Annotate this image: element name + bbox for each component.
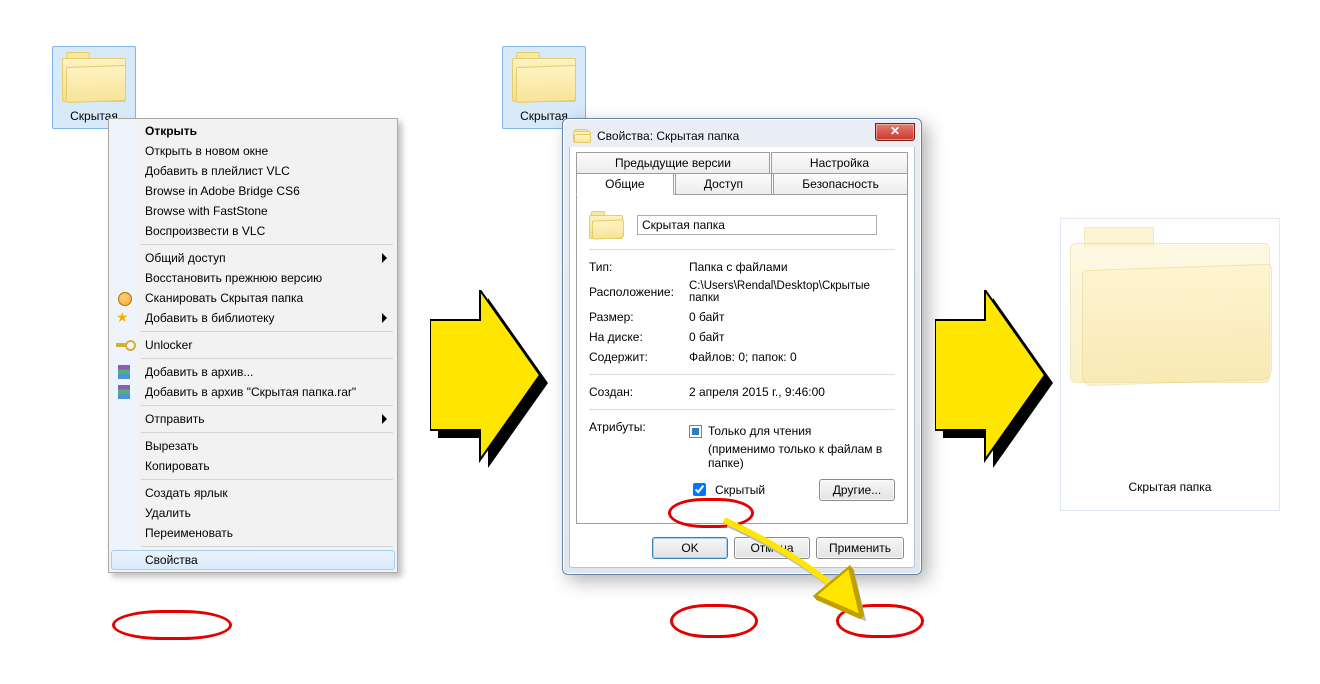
menu-delete[interactable]: Удалить <box>111 503 395 523</box>
key-icon <box>116 337 132 353</box>
close-button[interactable]: ✕ <box>875 123 915 141</box>
value-ondisk: 0 байт <box>689 330 895 344</box>
ok-button[interactable]: OK <box>652 537 728 559</box>
hidden-checkbox-row[interactable]: Скрытый <box>689 480 765 499</box>
label-location: Расположение: <box>589 285 689 299</box>
hidden-checkbox[interactable] <box>693 483 706 496</box>
folder-properties-dialog: Свойства: Скрытая папка ✕ Предыдущие вер… <box>562 118 922 575</box>
annotation-circle-ok <box>670 604 758 638</box>
menu-add-library[interactable]: Добавить в библиотеку <box>111 308 395 328</box>
folder-icon-hidden <box>1070 227 1270 387</box>
menu-share[interactable]: Общий доступ <box>111 248 395 268</box>
star-icon <box>116 310 132 326</box>
desktop-folder-2[interactable]: Скрытая <box>508 52 580 123</box>
label-type: Тип: <box>589 260 689 274</box>
winrar-icon <box>116 384 132 400</box>
readonly-label: Только для чтения <box>708 424 811 438</box>
menu-browse-faststone[interactable]: Browse with FastStone <box>111 201 395 221</box>
menu-unlocker[interactable]: Unlocker <box>111 335 395 355</box>
menu-rename[interactable]: Переименовать <box>111 523 395 543</box>
folder-icon <box>62 52 126 102</box>
value-type: Папка с файлами <box>689 260 895 274</box>
menu-create-shortcut[interactable]: Создать ярлык <box>111 483 395 503</box>
menu-properties[interactable]: Свойства <box>111 550 395 570</box>
winrar-icon <box>116 364 132 380</box>
label-contains: Содержит: <box>589 350 689 364</box>
scan-icon <box>116 290 132 306</box>
label-attributes: Атрибуты: <box>589 420 689 434</box>
menu-add-vlc-playlist[interactable]: Добавить в плейлист VLC <box>111 161 395 181</box>
value-location: C:\Users\Rendal\Desktop\Скрытые папки <box>689 280 895 304</box>
folder-label: Скрытая папка <box>1069 480 1271 494</box>
value-size: 0 байт <box>689 310 895 324</box>
desktop-folder-1[interactable]: Скрытая <box>58 52 130 123</box>
desktop-folder-result[interactable]: Скрытая папка <box>1060 218 1280 511</box>
chevron-right-icon <box>382 414 387 424</box>
cancel-button[interactable]: Отмена <box>734 537 810 559</box>
context-menu: Открыть Открыть в новом окне Добавить в … <box>108 118 398 573</box>
tab-general[interactable]: Общие <box>576 173 674 195</box>
folder-icon <box>589 211 623 239</box>
tab-customize[interactable]: Настройка <box>771 152 908 174</box>
menu-restore-previous[interactable]: Восстановить прежнюю версию <box>111 268 395 288</box>
menu-add-archive[interactable]: Добавить в архив... <box>111 362 395 382</box>
tab-previous-versions[interactable]: Предыдущие версии <box>576 152 770 174</box>
label-size: Размер: <box>589 310 689 324</box>
menu-scan[interactable]: Сканировать Скрытая папка <box>111 288 395 308</box>
label-ondisk: На диске: <box>589 330 689 344</box>
tab-security[interactable]: Безопасность <box>773 173 908 195</box>
step-arrow-2 <box>935 290 1055 480</box>
step-arrow-1 <box>430 290 550 480</box>
other-attributes-button[interactable]: Другие... <box>819 479 895 501</box>
apply-button[interactable]: Применить <box>816 537 904 559</box>
menu-open-new-window[interactable]: Открыть в новом окне <box>111 141 395 161</box>
value-created: 2 апреля 2015 г., 9:46:00 <box>689 385 895 399</box>
tab-access[interactable]: Доступ <box>675 173 772 195</box>
label-created: Создан: <box>589 385 689 399</box>
folder-icon <box>512 52 576 102</box>
value-contains: Файлов: 0; папок: 0 <box>689 350 895 364</box>
checkbox-indeterminate-icon <box>689 425 702 438</box>
annotation-circle-apply <box>836 604 924 638</box>
folder-name-input[interactable] <box>637 215 877 235</box>
folder-icon <box>573 129 591 143</box>
hidden-label: Скрытый <box>715 483 765 497</box>
menu-cut[interactable]: Вырезать <box>111 436 395 456</box>
annotation-circle-properties <box>112 610 232 640</box>
menu-browse-bridge[interactable]: Browse in Adobe Bridge CS6 <box>111 181 395 201</box>
menu-copy[interactable]: Копировать <box>111 456 395 476</box>
menu-add-archive-named[interactable]: Добавить в архив "Скрытая папка.rar" <box>111 382 395 402</box>
chevron-right-icon <box>382 253 387 263</box>
menu-open[interactable]: Открыть <box>111 121 395 141</box>
menu-play-vlc[interactable]: Воспроизвести в VLC <box>111 221 395 241</box>
menu-send-to[interactable]: Отправить <box>111 409 395 429</box>
readonly-checkbox-row[interactable]: Только для чтения <box>689 424 895 438</box>
chevron-right-icon <box>382 313 387 323</box>
readonly-note: (применимо только к файлам в папке) <box>689 442 895 470</box>
dialog-title: Свойства: Скрытая папка <box>597 129 739 143</box>
